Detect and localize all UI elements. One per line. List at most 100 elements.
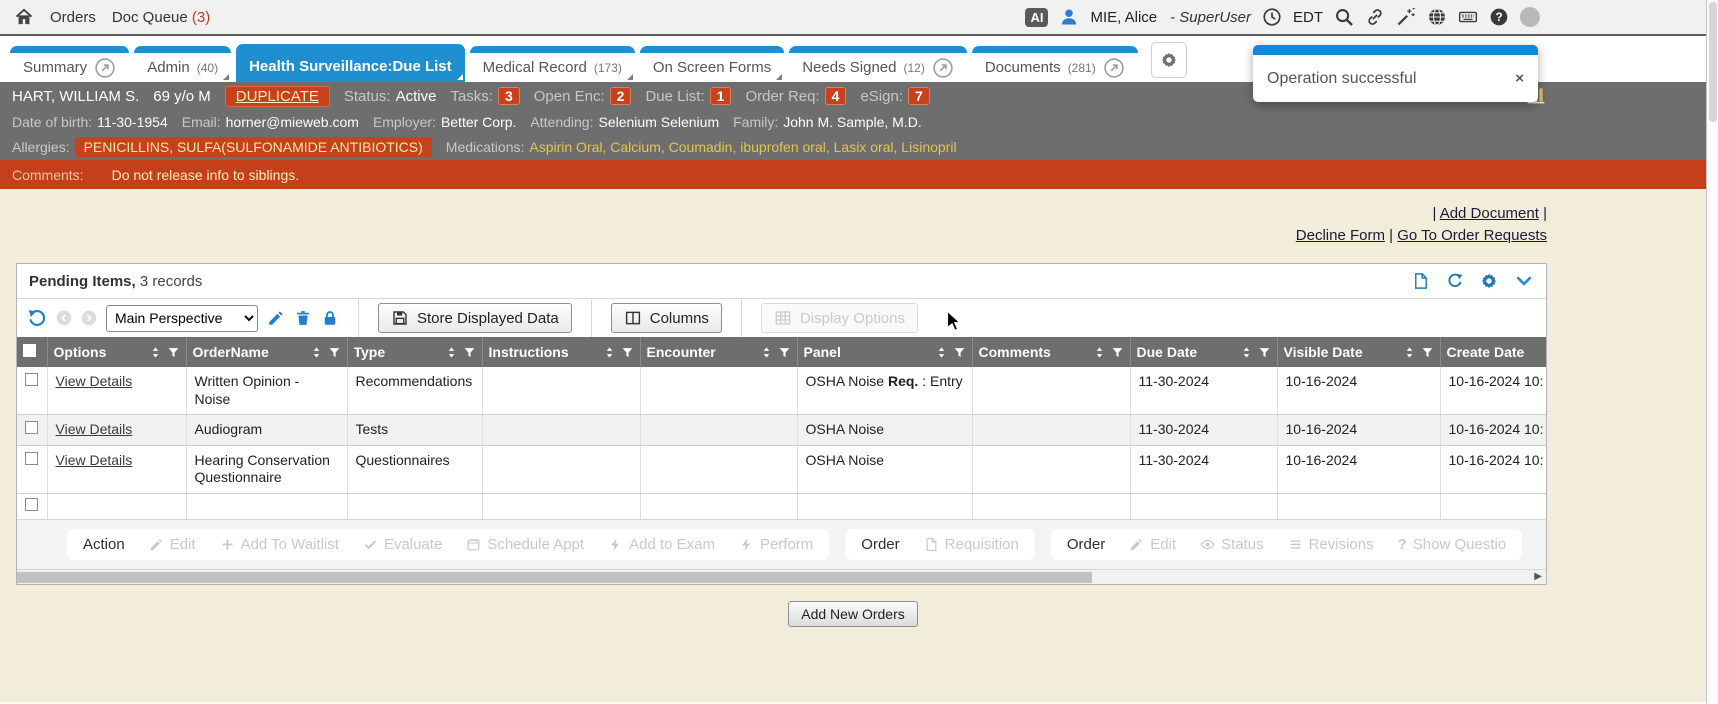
new-document-icon[interactable] (1412, 272, 1430, 290)
sort-icon[interactable] (310, 346, 323, 359)
view-details-link[interactable]: View Details (56, 452, 133, 468)
tasks-count-badge[interactable]: 3 (498, 87, 520, 105)
sort-icon[interactable] (760, 346, 773, 359)
ai-badge[interactable]: AI (1025, 8, 1048, 27)
store-displayed-data-button[interactable]: Store Displayed Data (378, 303, 572, 333)
go-to-order-requests-link[interactable]: Go To Order Requests (1397, 227, 1547, 244)
tab-documents[interactable]: Documents (281) (972, 46, 1138, 82)
filter-icon[interactable] (463, 346, 476, 359)
medications-list[interactable]: Aspirin Oral, Calcium, Coumadin, ibuprof… (529, 139, 956, 155)
column-header-due-date[interactable]: Due Date (1130, 337, 1277, 367)
perspective-select[interactable]: Main Perspective (106, 305, 258, 332)
perform-button[interactable]: Perform (739, 536, 813, 553)
sort-icon[interactable] (1403, 346, 1416, 359)
sort-icon[interactable] (935, 346, 948, 359)
sort-icon[interactable] (445, 346, 458, 359)
add-document-link[interactable]: Add Document (1440, 205, 1539, 222)
tab-on-screen-forms[interactable]: On Screen Forms (640, 46, 784, 82)
tab-admin[interactable]: Admin (40) (134, 46, 231, 82)
column-header-create-date[interactable]: Create Date (1440, 337, 1546, 367)
horizontal-scrollbar[interactable]: ▶ (17, 569, 1546, 584)
popout-icon[interactable] (932, 57, 954, 79)
sort-icon[interactable] (149, 346, 162, 359)
undo-icon[interactable] (27, 308, 47, 328)
filter-icon[interactable] (778, 346, 791, 359)
columns-button[interactable]: Columns (611, 303, 722, 333)
select-all-checkbox[interactable] (23, 344, 36, 357)
popout-icon[interactable] (1103, 57, 1125, 79)
globe-icon[interactable] (1427, 7, 1447, 27)
email-value[interactable]: horner@mieweb.com (226, 114, 359, 130)
filter-icon[interactable] (1421, 346, 1434, 359)
column-header-type[interactable]: Type (347, 337, 482, 367)
decline-form-link[interactable]: Decline Form (1296, 227, 1385, 244)
schedule-appt-button[interactable]: Schedule Appt (466, 536, 584, 553)
tab-needs-signed[interactable]: Needs Signed (12) (789, 46, 967, 82)
keyboard-icon[interactable] (1458, 7, 1478, 27)
duplicate-badge[interactable]: DUPLICATE (225, 86, 330, 107)
tab-medical-record[interactable]: Medical Record (173) (470, 46, 635, 82)
filter-icon[interactable] (1258, 346, 1271, 359)
column-header-instructions[interactable]: Instructions (482, 337, 640, 367)
lock-perspective-icon[interactable] (321, 309, 339, 327)
row-checkbox[interactable] (25, 373, 38, 386)
row-checkbox[interactable] (25, 498, 38, 511)
tab-summary[interactable]: Summary (10, 46, 129, 82)
display-options-button[interactable]: Display Options (761, 303, 918, 333)
order-edit-button[interactable]: Edit (1129, 536, 1176, 553)
breadcrumb-doc-queue[interactable]: Doc Queue (3) (112, 9, 210, 26)
tab-settings-gear-button[interactable] (1151, 42, 1187, 78)
filter-icon[interactable] (1111, 346, 1124, 359)
prev-arrow-icon[interactable] (56, 310, 72, 326)
patient-name[interactable]: HART, WILLIAM S. (12, 88, 139, 105)
sort-icon[interactable] (1093, 346, 1106, 359)
status-button[interactable]: Status (1200, 536, 1264, 553)
add-new-orders-button[interactable]: Add New Orders (788, 601, 917, 627)
sort-icon[interactable] (603, 346, 616, 359)
clock-icon[interactable] (1262, 7, 1282, 27)
avatar[interactable] (1520, 7, 1540, 27)
due-list-count-badge[interactable]: 1 (710, 87, 732, 105)
filter-icon[interactable] (328, 346, 341, 359)
breadcrumb-orders[interactable]: Orders (50, 9, 96, 26)
add-to-exam-button[interactable]: Add to Exam (608, 536, 715, 553)
filter-icon[interactable] (621, 346, 634, 359)
home-icon[interactable] (14, 7, 34, 27)
toast-close-icon[interactable]: × (1515, 70, 1524, 87)
column-header-encounter[interactable]: Encounter (640, 337, 797, 367)
scrollbar-thumb[interactable] (1709, 2, 1717, 122)
gear-icon[interactable] (1480, 272, 1498, 290)
column-header-panel[interactable]: Panel (797, 337, 972, 367)
column-header-visible-date[interactable]: Visible Date (1277, 337, 1440, 367)
evaluate-button[interactable]: Evaluate (363, 536, 442, 553)
collapse-chevron-icon[interactable] (1514, 271, 1534, 291)
filter-icon[interactable] (167, 346, 180, 359)
view-details-link[interactable]: View Details (56, 373, 133, 389)
column-header-ordername[interactable]: OrderName (186, 337, 347, 367)
show-questionnaire-button[interactable]: ?Show Questio (1398, 536, 1507, 553)
delete-perspective-trash-icon[interactable] (294, 309, 312, 327)
edit-perspective-pencil-icon[interactable] (267, 309, 285, 327)
open-enc-count-badge[interactable]: 2 (610, 87, 632, 105)
add-to-waitlist-button[interactable]: Add To Waitlist (220, 536, 339, 553)
requisition-button[interactable]: Requisition (924, 536, 1019, 553)
revisions-button[interactable]: Revisions (1288, 536, 1374, 553)
vertical-scrollbar[interactable] (1706, 0, 1718, 704)
sort-icon[interactable] (1240, 346, 1253, 359)
link-icon[interactable] (1365, 7, 1385, 27)
order-req-count-badge[interactable]: 4 (825, 87, 847, 105)
row-checkbox[interactable] (25, 421, 38, 434)
view-details-link[interactable]: View Details (56, 421, 133, 437)
user-name[interactable]: MIE, Alice (1090, 9, 1157, 26)
allergies-badge[interactable]: PENICILLINS, SULFA(SULFONAMIDE ANTIBIOTI… (75, 137, 432, 157)
column-header-options[interactable]: Options (47, 337, 186, 367)
next-arrow-icon[interactable] (81, 310, 97, 326)
wand-icon[interactable] (1396, 7, 1416, 27)
row-checkbox[interactable] (25, 452, 38, 465)
refresh-icon[interactable] (1446, 272, 1464, 290)
tab-health-surveillance-due-list[interactable]: Health Surveillance:Due List (236, 44, 465, 82)
column-header-comments[interactable]: Comments (972, 337, 1130, 367)
esign-count-badge[interactable]: 7 (908, 87, 930, 105)
help-icon[interactable] (1489, 7, 1509, 27)
search-icon[interactable] (1334, 7, 1354, 27)
